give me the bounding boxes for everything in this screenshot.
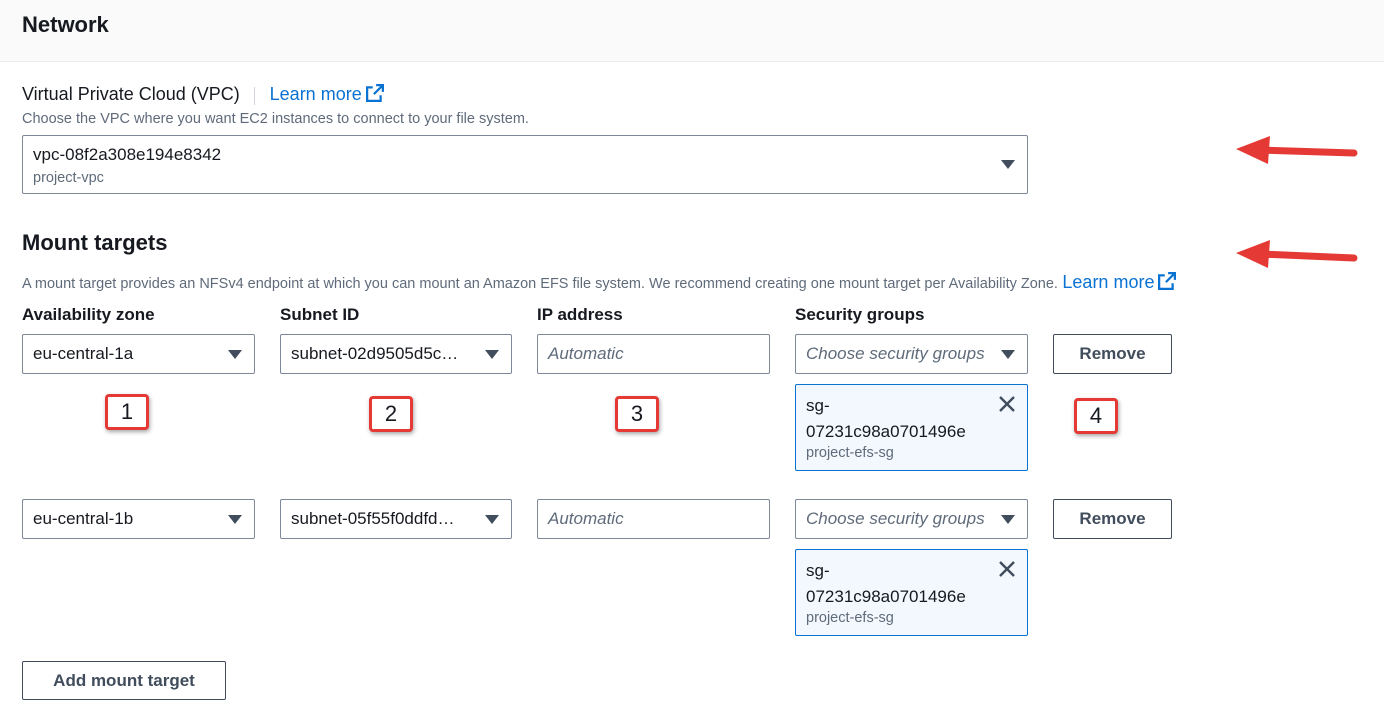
- network-title: Network: [22, 12, 109, 37]
- annotation-badge-4: 4: [1074, 398, 1118, 434]
- ip-address-placeholder: Automatic: [548, 509, 624, 528]
- security-group-token: sg-07231c98a0701496e project-efs-sg: [795, 549, 1028, 636]
- mount-targets-learn-more-text: Learn more: [1062, 272, 1155, 292]
- mount-targets-title: Mount targets: [22, 230, 168, 255]
- ip-address-input[interactable]: Automatic: [537, 499, 770, 539]
- chevron-down-icon: [1001, 515, 1015, 524]
- vpc-select[interactable]: vpc-08f2a308e194e8342 project-vpc: [22, 135, 1028, 194]
- vpc-label: Virtual Private Cloud (VPC): [22, 84, 240, 104]
- remove-button[interactable]: Remove: [1053, 334, 1172, 374]
- column-header-ip-address: IP address: [537, 305, 623, 324]
- subnet-id-select[interactable]: subnet-05f55f0ddfd…: [280, 499, 512, 539]
- security-groups-select[interactable]: Choose security groups: [795, 334, 1028, 374]
- chevron-down-icon: [228, 515, 242, 524]
- security-group-token-id: sg-07231c98a0701496e: [806, 396, 966, 441]
- annotation-badge-1: 1: [105, 394, 149, 430]
- security-group-token: sg-07231c98a0701496e project-efs-sg: [795, 384, 1028, 471]
- vpc-selected-id: vpc-08f2a308e194e8342: [33, 145, 222, 164]
- chevron-down-icon: [485, 350, 499, 359]
- subnet-id-select[interactable]: subnet-02d9505d5c…: [280, 334, 512, 374]
- security-group-token-name: project-efs-sg: [806, 610, 894, 626]
- availability-zone-value: eu-central-1b: [33, 509, 134, 528]
- ip-address-placeholder: Automatic: [548, 344, 624, 363]
- mount-targets-learn-more-link[interactable]: Learn more: [1062, 272, 1177, 292]
- security-groups-select[interactable]: Choose security groups: [795, 499, 1028, 539]
- security-group-token-name: project-efs-sg: [806, 445, 894, 461]
- remove-button[interactable]: Remove: [1053, 499, 1172, 539]
- annotation-arrow-icon: [1236, 136, 1358, 164]
- security-groups-placeholder: Choose security groups: [806, 344, 985, 363]
- chevron-down-icon: [228, 350, 242, 359]
- close-icon[interactable]: [997, 559, 1017, 579]
- mount-targets-description-row: A mount target provides an NFSv4 endpoin…: [22, 272, 1177, 293]
- vpc-description: Choose the VPC where you want EC2 instan…: [22, 111, 529, 127]
- chevron-down-icon: [1001, 160, 1015, 169]
- column-header-availability-zone: Availability zone: [22, 305, 155, 324]
- chevron-down-icon: [485, 515, 499, 524]
- availability-zone-select[interactable]: eu-central-1b: [22, 499, 255, 539]
- subnet-id-value: subnet-05f55f0ddfd…: [291, 509, 455, 528]
- annotation-badge-2: 2: [369, 396, 413, 432]
- availability-zone-select[interactable]: eu-central-1a: [22, 334, 255, 374]
- vpc-learn-more-link[interactable]: Learn more: [270, 84, 384, 104]
- label-divider: [254, 86, 256, 105]
- security-groups-placeholder: Choose security groups: [806, 509, 985, 528]
- availability-zone-value: eu-central-1a: [33, 344, 134, 363]
- column-header-subnet-id: Subnet ID: [280, 305, 360, 324]
- external-link-icon: [365, 84, 384, 102]
- mount-targets-description: A mount target provides an NFSv4 endpoin…: [22, 276, 1058, 292]
- vpc-label-row: Virtual Private Cloud (VPC) Learn more: [22, 84, 384, 105]
- security-group-token-id: sg-07231c98a0701496e: [806, 561, 966, 606]
- vpc-selected-name: project-vpc: [33, 170, 104, 186]
- annotation-arrow-icon: [1236, 240, 1358, 268]
- vpc-learn-more-text: Learn more: [269, 84, 362, 104]
- annotation-badge-3: 3: [615, 396, 659, 432]
- close-icon[interactable]: [997, 394, 1017, 414]
- ip-address-input[interactable]: Automatic: [537, 334, 770, 374]
- column-header-security-groups: Security groups: [795, 305, 925, 324]
- add-mount-target-button[interactable]: Add mount target: [22, 661, 226, 700]
- network-section-header: Network: [0, 0, 1384, 62]
- chevron-down-icon: [1001, 350, 1015, 359]
- subnet-id-value: subnet-02d9505d5c…: [291, 344, 459, 363]
- external-link-icon: [1158, 272, 1177, 290]
